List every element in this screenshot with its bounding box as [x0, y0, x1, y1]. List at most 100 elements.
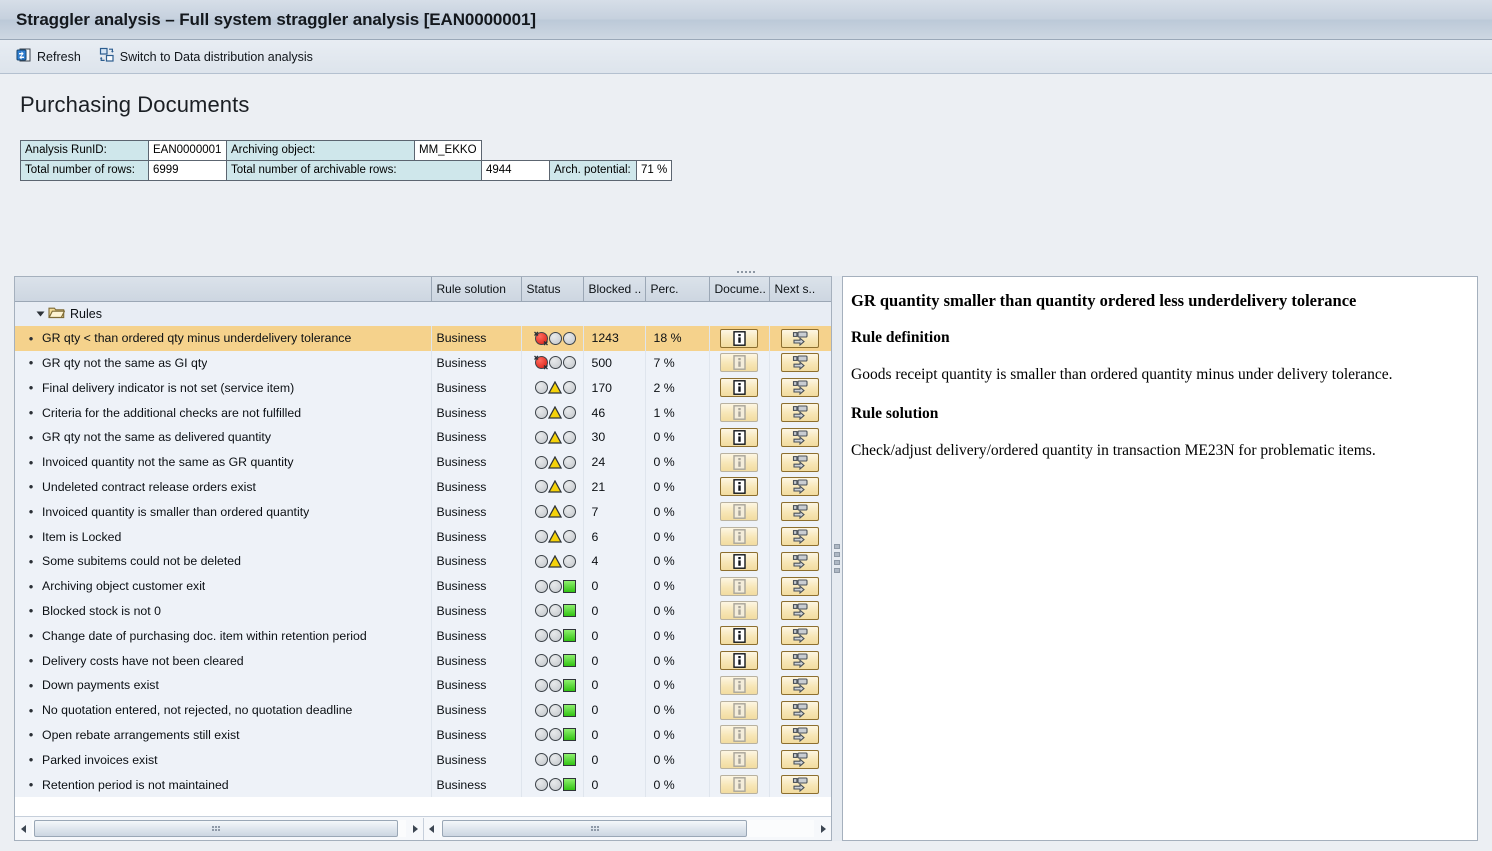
cell-next-step-button[interactable]: [769, 598, 831, 624]
cell-next-step-button[interactable]: [769, 573, 831, 599]
cell-description[interactable]: • Some subitems could not be deleted: [15, 548, 432, 574]
cell-next-step-button[interactable]: [769, 747, 831, 773]
rules-grid-row[interactable]: • Invoiced quantity not the same as GR qu…: [15, 449, 831, 475]
cell-next-step-button[interactable]: [769, 449, 831, 475]
info-document-icon[interactable]: [720, 477, 758, 497]
cell-document-button[interactable]: [709, 400, 770, 425]
hscroll-thumb-left[interactable]: [34, 820, 398, 837]
column-header-blocked[interactable]: Blocked ..: [583, 277, 646, 302]
cell-document-button[interactable]: [709, 722, 770, 748]
column-header-status[interactable]: Status: [521, 277, 584, 302]
next-step-icon[interactable]: [781, 378, 819, 398]
rules-grid-row[interactable]: • Retention period is not maintained Busin…: [15, 772, 831, 797]
cell-description[interactable]: • Delivery costs have not been cleared: [15, 648, 432, 673]
scroll-right-arrow[interactable]: [407, 818, 423, 840]
cell-document-button[interactable]: [709, 350, 770, 376]
column-header-description[interactable]: [15, 277, 432, 302]
refresh-button[interactable]: Refresh: [16, 47, 81, 66]
cell-document-button[interactable]: [709, 573, 770, 599]
cell-description[interactable]: • Criteria for the additional checks are …: [15, 400, 432, 425]
cell-next-step-button[interactable]: [769, 772, 831, 797]
cell-next-step-button[interactable]: [769, 350, 831, 376]
cell-description[interactable]: • Final delivery indicator is not set (se…: [15, 375, 432, 401]
rules-grid-hscrollbar[interactable]: [15, 816, 831, 840]
cell-next-step-button[interactable]: [769, 672, 831, 698]
next-step-icon[interactable]: [781, 353, 819, 373]
cell-description[interactable]: • Parked invoices exist: [15, 747, 432, 773]
cell-description[interactable]: • Item is Locked: [15, 524, 432, 549]
info-document-icon[interactable]: [720, 328, 758, 348]
cell-description[interactable]: • Change date of purchasing doc. item wit…: [15, 623, 432, 649]
next-step-icon[interactable]: [781, 725, 819, 745]
hscroll-thumb-right[interactable]: [442, 820, 747, 837]
rules-grid-row[interactable]: • Archiving object customer exit Business 0…: [15, 573, 831, 599]
rules-grid-row[interactable]: • Down payments exist Business 0 0 %: [15, 672, 831, 698]
rules-grid-row[interactable]: • Item is Locked Business 6 0 %: [15, 524, 831, 549]
cell-description[interactable]: • No quotation entered, not rejected, no …: [15, 697, 432, 723]
cell-description[interactable]: • Undeleted contract release orders exist: [15, 474, 432, 500]
cell-document-button[interactable]: [709, 524, 770, 549]
column-header-next-step[interactable]: Next s..: [769, 277, 831, 302]
rules-grid-row[interactable]: • Invoiced quantity is smaller than order…: [15, 499, 831, 525]
next-step-icon[interactable]: [781, 527, 819, 547]
rules-grid-row[interactable]: • Open rebate arrangements still exist Bus…: [15, 722, 831, 748]
rules-grid-row[interactable]: • Change date of purchasing doc. item wit…: [15, 623, 831, 649]
hscroll-track-left[interactable]: [32, 820, 406, 837]
next-step-icon[interactable]: [781, 750, 819, 770]
rules-grid-row[interactable]: • Some subitems could not be deleted Busin…: [15, 548, 831, 574]
cell-description[interactable]: • GR qty not the same as GI qty: [15, 350, 432, 376]
next-step-icon[interactable]: [781, 328, 819, 348]
cell-description[interactable]: • Archiving object customer exit: [15, 573, 432, 599]
tree-node-cell[interactable]: Rules: [15, 301, 432, 326]
rules-grid-row[interactable]: • GR qty not the same as GI qty Business 50…: [15, 350, 831, 376]
rules-grid-row[interactable]: • Blocked stock is not 0 Business 0 0 %: [15, 598, 831, 624]
cell-document-button[interactable]: [709, 449, 770, 475]
cell-document-button[interactable]: [709, 548, 770, 574]
next-step-icon[interactable]: [781, 651, 819, 671]
vertical-splitter-handle[interactable]: [832, 276, 842, 841]
next-step-icon[interactable]: [781, 626, 819, 646]
cell-next-step-button[interactable]: [769, 697, 831, 723]
cell-document-button[interactable]: [709, 474, 770, 500]
cell-document-button[interactable]: [709, 623, 770, 649]
chevron-down-icon[interactable]: [36, 311, 45, 317]
rules-grid-row[interactable]: • Undeleted contract release orders exist…: [15, 474, 831, 500]
cell-document-button[interactable]: [709, 648, 770, 673]
cell-document-button[interactable]: [709, 772, 770, 797]
cell-next-step-button[interactable]: [769, 623, 831, 649]
rules-grid-row[interactable]: • No quotation entered, not rejected, no …: [15, 697, 831, 723]
cell-document-button[interactable]: [709, 499, 770, 525]
cell-description[interactable]: • Invoiced quantity is smaller than order…: [15, 499, 432, 525]
cell-description[interactable]: • Retention period is not maintained: [15, 772, 432, 797]
info-document-icon[interactable]: [720, 626, 758, 646]
cell-description[interactable]: • Blocked stock is not 0: [15, 598, 432, 624]
column-header-document[interactable]: Docume..: [709, 277, 770, 302]
info-document-icon[interactable]: [720, 651, 758, 671]
scroll-left-arrow[interactable]: [15, 818, 31, 840]
cell-next-step-button[interactable]: [769, 499, 831, 525]
horizontal-splitter-handle[interactable]: [730, 268, 762, 276]
rules-grid-row[interactable]: • Parked invoices exist Business 0 0 %: [15, 747, 831, 773]
cell-description[interactable]: • Open rebate arrangements still exist: [15, 722, 432, 748]
rules-grid-row[interactable]: • Criteria for the additional checks are …: [15, 400, 831, 425]
next-step-icon[interactable]: [781, 601, 819, 621]
column-header-rule-solution[interactable]: Rule solution: [431, 277, 522, 302]
rules-grid-row[interactable]: • GR qty < than ordered qty minus underde…: [15, 325, 831, 351]
cell-next-step-button[interactable]: [769, 548, 831, 574]
next-step-icon[interactable]: [781, 700, 819, 720]
cell-next-step-button[interactable]: [769, 474, 831, 500]
next-step-icon[interactable]: [781, 427, 819, 447]
scroll-right-arrow-secondary[interactable]: [815, 818, 831, 840]
cell-description[interactable]: • GR qty < than ordered qty minus underde…: [15, 325, 432, 351]
info-document-icon[interactable]: [720, 427, 758, 447]
cell-document-button[interactable]: [709, 747, 770, 773]
cell-description[interactable]: • Invoiced quantity not the same as GR qu…: [15, 449, 432, 475]
cell-next-step-button[interactable]: [769, 524, 831, 549]
cell-document-button[interactable]: [709, 375, 770, 401]
next-step-icon[interactable]: [781, 775, 819, 795]
next-step-icon[interactable]: [781, 675, 819, 695]
cell-document-button[interactable]: [709, 697, 770, 723]
info-document-icon[interactable]: [720, 551, 758, 571]
cell-description[interactable]: • GR qty not the same as delivered quanti…: [15, 424, 432, 450]
cell-next-step-button[interactable]: [769, 375, 831, 401]
